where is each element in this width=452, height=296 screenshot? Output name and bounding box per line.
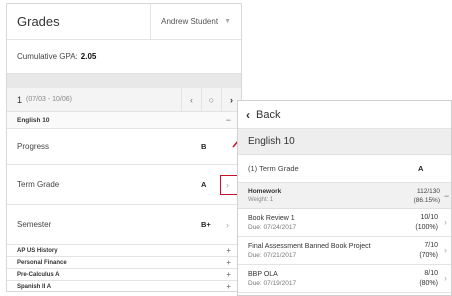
grades-panel: Grades Andrew Student ▼ Cumulative GPA: … <box>6 3 242 292</box>
assignment-name: Book Review 1 <box>248 214 295 222</box>
assignment-score: 7/10 <box>424 242 438 249</box>
course-name: Pre-Calculus A <box>17 271 60 278</box>
chevron-right-icon[interactable]: › <box>444 273 447 283</box>
chevron-left-icon: ‹ <box>190 94 193 105</box>
gpa-value: 2.05 <box>80 52 97 61</box>
assignment-row[interactable]: Final Assessment Banned Book Project Due… <box>238 237 451 265</box>
page-title: Grades <box>17 14 60 29</box>
grade-row-label: Term Grade <box>17 180 60 189</box>
chevron-left-icon: ‹ <box>246 107 250 122</box>
grade-row-semester[interactable]: Semester B+ › <box>7 205 241 245</box>
grade-value: B+ <box>201 220 211 229</box>
grade-row-progress[interactable]: Progress B <box>7 129 241 165</box>
assignment-percent: (100%) <box>415 224 438 231</box>
assignment-due: Due: 07/24/2017 <box>248 223 297 231</box>
course-name: AP US History <box>17 247 58 254</box>
chevron-right-icon[interactable]: › <box>226 180 229 190</box>
gpa-row: Cumulative GPA: 2.05 <box>7 40 241 74</box>
chevron-right-icon[interactable]: › <box>226 220 229 230</box>
term-number: 1 <box>17 94 23 105</box>
chevron-down-icon: ▼ <box>224 18 231 25</box>
minus-icon[interactable]: − <box>444 191 449 201</box>
course-header-collapsed[interactable]: Spanish II A + <box>7 281 241 291</box>
term-bar: 1 (07/03 - 10/06) ‹ ○ › <box>7 88 241 112</box>
assignment-row[interactable]: BBP OLA Due: 07/19/2017 8/10 (80%) › <box>238 265 451 293</box>
course-name: Personal Finance <box>17 259 67 266</box>
assignment-name: Final Assessment Banned Book Project <box>248 242 371 250</box>
student-name: Andrew Student <box>161 17 219 26</box>
plus-icon[interactable]: + <box>226 270 231 279</box>
course-header-collapsed[interactable]: Pre-Calculus A + <box>7 269 241 281</box>
category-percent: (86.15%) <box>413 197 440 204</box>
course-name: Spanish II A <box>17 283 52 290</box>
category-score: 112/130 <box>416 188 440 195</box>
student-selector[interactable]: Andrew Student ▼ <box>150 4 231 40</box>
assignment-due: Due: 07/21/2017 <box>248 251 297 259</box>
course-header-collapsed[interactable]: Personal Finance + <box>7 257 241 269</box>
chevron-right-icon: › <box>230 94 233 105</box>
assignment-score: 10/10 <box>420 214 438 221</box>
grade-row-label: Semester <box>17 220 52 229</box>
course-title: English 10 <box>238 129 451 155</box>
circle-icon: ○ <box>208 94 215 105</box>
category-name: Homework <box>248 188 282 195</box>
divider-band <box>7 74 241 88</box>
current-term-button[interactable]: ○ <box>201 88 221 111</box>
plus-icon[interactable]: + <box>226 246 231 255</box>
term-grade-value: A <box>418 164 424 173</box>
previous-term-button[interactable]: ‹ <box>181 88 201 111</box>
back-button[interactable]: ‹ Back <box>238 101 451 129</box>
chevron-right-icon[interactable]: › <box>444 245 447 255</box>
back-label: Back <box>256 108 281 121</box>
category-weight: Weight: 1 <box>248 197 274 203</box>
course-header-collapsed[interactable]: AP US History + <box>7 245 241 257</box>
course-header-english[interactable]: English 10 − <box>7 112 241 129</box>
term-grade-label: (1) Term Grade <box>248 164 299 173</box>
term-dates: (07/03 - 10/06) <box>26 96 72 103</box>
course-name: English 10 <box>17 116 50 124</box>
gpa-label: Cumulative GPA: <box>17 52 78 61</box>
highlight-box <box>220 174 238 195</box>
assignment-score: 8/10 <box>424 270 438 277</box>
grades-header: Grades Andrew Student ▼ <box>7 4 241 40</box>
assignment-row[interactable]: Book Review 1 Due: 07/24/2017 10/10 (100… <box>238 209 451 237</box>
assignment-percent: (80%) <box>419 280 438 287</box>
grade-value: B <box>201 142 207 151</box>
assignment-due: Due: 07/19/2017 <box>248 279 297 287</box>
term-grade-detail-panel: ‹ Back English 10 (1) Term Grade A Homew… <box>237 100 452 296</box>
assignment-percent: (70%) <box>419 252 438 259</box>
plus-icon[interactable]: + <box>226 282 231 291</box>
plus-icon[interactable]: + <box>226 258 231 267</box>
grade-value: A <box>201 180 207 189</box>
chevron-right-icon[interactable]: › <box>444 217 447 227</box>
grade-row-term[interactable]: Term Grade A › <box>7 165 241 205</box>
category-header-homework[interactable]: Homework Weight: 1 112/130 (86.15%) − <box>238 183 451 209</box>
minus-icon[interactable]: − <box>226 115 231 125</box>
term-grade-row: (1) Term Grade A <box>238 155 451 183</box>
grade-row-label: Progress <box>17 142 50 151</box>
assignment-name: BBP OLA <box>248 270 278 278</box>
